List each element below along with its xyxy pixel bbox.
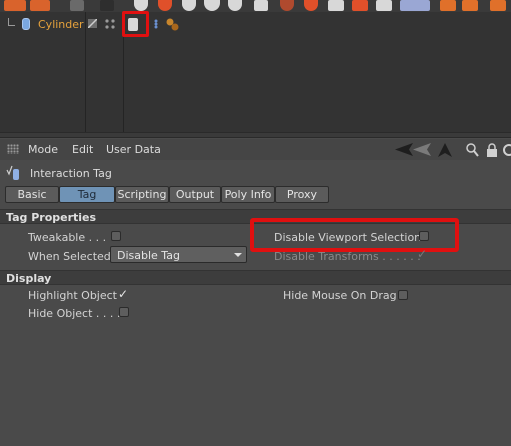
highlight-object-label: Highlight Object [28, 289, 117, 302]
visibility-dots-icon[interactable] [104, 18, 116, 30]
sphere-icon[interactable] [204, 0, 220, 11]
menu-mode[interactable]: Mode [28, 143, 58, 156]
checkmark-icon[interactable]: ✓ [118, 288, 128, 300]
cube-icon[interactable] [30, 0, 50, 11]
cube-icon[interactable] [4, 0, 26, 11]
tab-tag[interactable]: Tag [59, 186, 115, 203]
hide-object-label: Hide Object . . . . [28, 307, 121, 320]
hide-mouse-on-drag-checkbox[interactable] [398, 290, 408, 300]
highlight-box [122, 11, 149, 37]
tab-scripting[interactable]: Scripting [115, 186, 169, 203]
tab-basic[interactable]: Basic [5, 186, 59, 203]
tag-header: Interaction Tag [0, 162, 511, 184]
cube-icon[interactable] [490, 0, 506, 11]
tag-dots-icon[interactable] [153, 19, 159, 29]
arrow-left-icon[interactable] [395, 143, 431, 156]
tab-output[interactable]: Output [169, 186, 221, 203]
cylinder-icon [22, 18, 30, 30]
chevron-down-icon [234, 253, 242, 257]
material-tag-icon[interactable] [165, 18, 179, 31]
tree-connector [8, 18, 15, 26]
lock-icon[interactable] [486, 143, 498, 157]
tweakable-checkbox[interactable] [111, 231, 121, 241]
tweakable-label: Tweakable . . . [28, 231, 107, 244]
object-manager: Cylinder [0, 11, 511, 132]
cone-icon[interactable] [228, 0, 242, 11]
layer-icon[interactable] [400, 0, 430, 11]
arrow-up-icon[interactable] [438, 143, 452, 157]
attribute-manager-menu: Mode Edit User Data [0, 139, 511, 160]
cube-icon[interactable] [376, 0, 392, 11]
object-name[interactable]: Cylinder [38, 18, 84, 31]
cube-icon[interactable] [352, 0, 368, 11]
tab-proxy[interactable]: Proxy [275, 186, 329, 203]
checkmark-icon[interactable]: ✓ [417, 248, 427, 260]
hide-mouse-on-drag-label: Hide Mouse On Drag [283, 289, 397, 302]
sphere-icon[interactable] [280, 0, 294, 11]
sphere-icon[interactable] [158, 0, 172, 11]
pointer-icon[interactable] [70, 0, 84, 11]
disable-transforms-label: Disable Transforms . . . . . . [274, 250, 421, 263]
top-toolbar [0, 0, 511, 12]
highlight-box [250, 218, 459, 252]
dropdown-value: Disable Tag [117, 249, 180, 262]
cube-icon[interactable] [462, 0, 478, 11]
section-display[interactable]: Display [0, 270, 511, 285]
layer-color-icon[interactable] [88, 19, 97, 28]
when-selected-dropdown[interactable]: Disable Tag [110, 246, 247, 263]
grip-icon[interactable] [7, 144, 19, 154]
cone-icon[interactable] [254, 0, 268, 11]
hide-object-checkbox[interactable] [119, 307, 129, 317]
menu-user-data[interactable]: User Data [106, 143, 161, 156]
tab-poly-info[interactable]: Poly Info [221, 186, 275, 203]
tag-title: Interaction Tag [30, 167, 112, 180]
section-title: Tag Properties [6, 211, 97, 224]
section-title: Display [6, 272, 52, 285]
pointer-icon[interactable] [100, 0, 114, 11]
sphere-icon[interactable] [182, 0, 196, 11]
when-selected-label: When Selected [28, 250, 111, 263]
cube-icon[interactable] [440, 0, 456, 11]
settings-icon[interactable] [502, 143, 511, 157]
sphere-icon[interactable] [134, 0, 148, 11]
cube-icon[interactable] [328, 0, 344, 11]
search-icon[interactable] [466, 143, 479, 157]
interaction-tag-icon [6, 165, 19, 180]
menu-edit[interactable]: Edit [72, 143, 93, 156]
object-row-cylinder[interactable]: Cylinder [0, 11, 511, 37]
sphere-icon[interactable] [304, 0, 318, 11]
panel-divider[interactable] [0, 132, 511, 138]
